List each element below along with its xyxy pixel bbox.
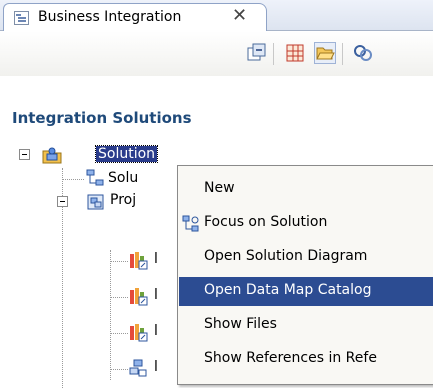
tree-item-data-map[interactable]: l (154, 251, 158, 267)
menu-item-label: Focus on Solution (204, 214, 328, 230)
folder-open-icon[interactable] (314, 42, 336, 64)
business-integration-view-icon (14, 11, 29, 25)
tree-connector (110, 369, 128, 370)
data-map-icon (128, 250, 148, 270)
collapse-toggle[interactable] (57, 196, 68, 207)
menu-item-label: Show References in Refe (204, 350, 377, 366)
menu-item-show-references[interactable]: Show References in Refe (179, 345, 433, 374)
business-integration-tab[interactable]: Business Integration ✕ (3, 3, 267, 33)
data-map-icon (128, 322, 148, 342)
view-toolbar (0, 31, 433, 76)
tree-item-solution[interactable]: Solution (94, 145, 159, 163)
menu-item-label: Open Solution Diagram (204, 248, 368, 264)
focus-icon (182, 215, 200, 233)
toolbar-separator (342, 43, 343, 65)
panel-title: Integration Solutions (12, 109, 192, 127)
tree-connector (110, 297, 128, 298)
refresh-icon[interactable] (352, 42, 374, 64)
tree-item-data-map[interactable]: l (154, 287, 158, 303)
menu-item-label: Show Files (204, 316, 277, 332)
tree-connector (110, 261, 128, 262)
menu-item-focus-on-solution[interactable]: Focus on Solution (179, 209, 433, 238)
menu-item-open-data-map-catalog[interactable]: Open Data Map Catalog (179, 277, 433, 306)
tree-connector (110, 250, 111, 380)
tab-title: Business Integration (38, 9, 182, 25)
tree-item-project[interactable]: Proj (110, 192, 136, 208)
project-icon (86, 192, 104, 210)
solution-diagram-icon (86, 169, 104, 187)
menu-item-label: Open Data Map Catalog (204, 282, 372, 298)
tree-item-data-map[interactable]: l (154, 323, 158, 339)
context-menu: New Focus on Solution Open Solution Diag… (177, 165, 433, 385)
interface-icon (128, 358, 147, 377)
data-map-icon (128, 286, 148, 306)
tree-connector (110, 333, 128, 334)
toolbar-separator (273, 43, 274, 65)
menu-item-label: New (204, 180, 235, 196)
solution-icon (42, 145, 62, 164)
collapse-toggle[interactable] (19, 149, 30, 160)
menu-item-new[interactable]: New (179, 175, 433, 204)
collapse-all-icon[interactable] (246, 42, 268, 64)
view-tab-strip: Business Integration ✕ (0, 0, 433, 33)
menu-item-show-files[interactable]: Show Files (179, 311, 433, 340)
close-icon[interactable]: ✕ (232, 5, 247, 27)
grid-icon[interactable] (284, 42, 306, 64)
tree-connector (62, 179, 84, 180)
tree-item-solution-diagram[interactable]: Solu (108, 170, 138, 186)
menu-item-open-solution-diagram[interactable]: Open Solution Diagram (179, 243, 433, 272)
